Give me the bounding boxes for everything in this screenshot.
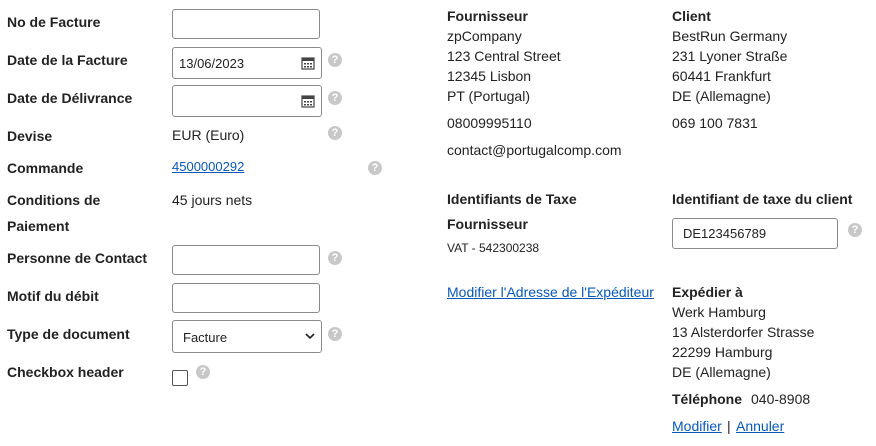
document-type-select[interactable]: Facture — [172, 320, 322, 353]
tax-ids-heading: Identifiants de Taxe — [447, 191, 577, 207]
help-icon[interactable]: ? — [368, 161, 382, 175]
ship-to-heading: Expédier à — [672, 284, 743, 300]
supplier-country: PT (Portugal) — [447, 88, 530, 104]
invoice-number-label: No de Facture — [7, 14, 101, 30]
order-link[interactable]: 4500000292 — [172, 159, 244, 174]
delivery-date-label: Date de Délivrance — [7, 90, 133, 106]
debit-reason-label: Motif du débit — [7, 288, 99, 304]
calendar-icon[interactable] — [301, 94, 315, 108]
payment-terms-value: 45 jours nets — [172, 192, 253, 208]
order-label: Commande — [7, 160, 84, 176]
calendar-icon[interactable] — [301, 56, 315, 70]
supplier-name: zpCompany — [447, 28, 522, 44]
checkbox-header-label: Checkbox header — [7, 364, 124, 380]
client-tax-id-heading: Identifiant de taxe du client — [672, 191, 853, 207]
client-city: 60441 Frankfurt — [672, 68, 771, 84]
client-phone: 069 100 7831 — [672, 115, 758, 131]
modify-shipper-address-link[interactable]: Modifier l'Adresse de l'Expéditeur — [447, 284, 654, 300]
supplier-email: contact@portugalcomp.com — [447, 142, 622, 158]
help-icon[interactable]: ? — [328, 91, 342, 105]
invoice-date-label: Date de la Facture — [7, 52, 128, 68]
client-country: DE (Allemagne) — [672, 88, 771, 104]
invoice-number-input[interactable] — [172, 9, 320, 39]
payment-terms-label-line1: Conditions de — [7, 192, 101, 208]
help-icon[interactable]: ? — [328, 53, 342, 67]
client-street: 231 Lyoner Straße — [672, 48, 788, 64]
help-icon[interactable]: ? — [328, 327, 342, 341]
supplier-heading: Fournisseur — [447, 8, 528, 24]
chevron-down-icon — [305, 333, 315, 340]
client-tax-id-input[interactable] — [672, 218, 838, 249]
ship-to-name: Werk Hamburg — [672, 304, 766, 320]
client-heading: Client — [672, 8, 711, 24]
header-checkbox[interactable] — [172, 370, 188, 386]
supplier-city: 12345 Lisbon — [447, 68, 532, 84]
currency-value: EUR (Euro) — [172, 127, 245, 143]
delivery-date-input[interactable] — [172, 85, 322, 117]
ship-to-phone-label: Téléphone — [672, 391, 743, 407]
currency-label: Devise — [7, 128, 53, 144]
supplier-vat: VAT - 542300238 — [447, 241, 540, 255]
cancel-ship-to-link[interactable]: Annuler — [736, 418, 784, 434]
modify-ship-to-link[interactable]: Modifier — [672, 418, 722, 434]
payment-terms-label-line2: Paiement — [7, 218, 70, 234]
help-icon[interactable]: ? — [196, 365, 210, 379]
supplier-phone: 08009995110 — [447, 115, 532, 131]
ship-to-street: 13 Alsterdorfer Strasse — [672, 324, 815, 340]
tax-supplier-subheading: Fournisseur — [447, 216, 528, 232]
contact-person-input[interactable] — [172, 245, 320, 275]
ship-to-city: 22299 Hamburg — [672, 344, 773, 360]
document-type-label: Type de document — [7, 326, 130, 342]
help-icon[interactable]: ? — [328, 126, 342, 140]
help-icon[interactable]: ? — [328, 251, 342, 265]
ship-to-phone-value: 040-8908 — [751, 391, 811, 407]
contact-person-label: Personne de Contact — [7, 250, 148, 266]
invoice-date-input[interactable]: 13/06/2023 — [172, 47, 322, 79]
invoice-date-value: 13/06/2023 — [179, 56, 245, 71]
help-icon[interactable]: ? — [848, 223, 862, 237]
supplier-street: 123 Central Street — [447, 48, 561, 64]
client-name: BestRun Germany — [672, 28, 788, 44]
link-separator: | — [727, 418, 731, 434]
debit-reason-input[interactable] — [172, 283, 320, 313]
document-type-value: Facture — [183, 330, 228, 345]
ship-to-country: DE (Allemagne) — [672, 364, 771, 380]
